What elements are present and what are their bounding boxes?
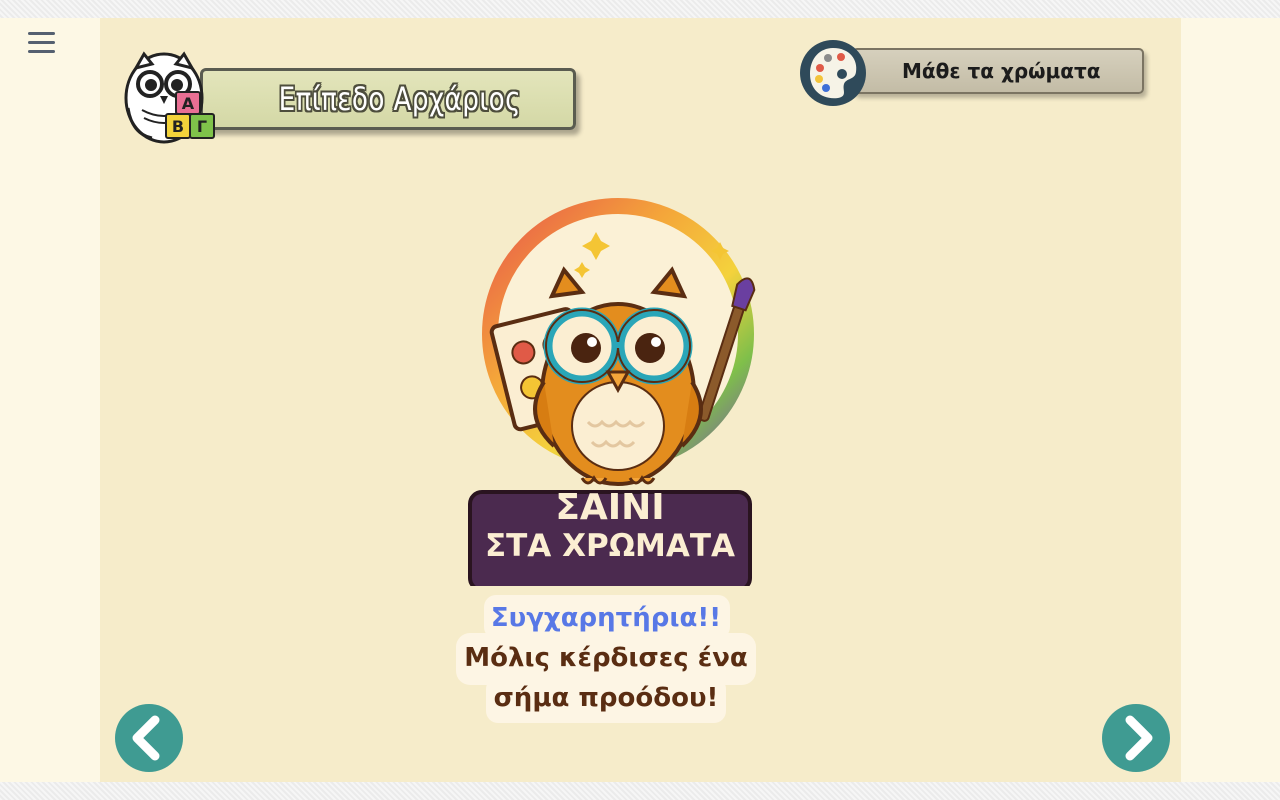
chevron-left-icon <box>132 715 160 761</box>
level-label: Επίπεδο Αρχάριος <box>278 80 522 118</box>
lesson-stage: Επίπεδο Αρχάριος Α Β Γ Μάθε τα χρώματα Σ… <box>100 18 1181 782</box>
learn-colors-button[interactable]: Μάθε τα χρώματα <box>852 48 1144 94</box>
chevron-right-icon <box>1125 715 1153 761</box>
owl-abc-blocks-icon: Α Β Γ <box>124 51 215 144</box>
badge-title: ΣΑΙΝΙ ΣΤΑ ΧΡΩΜΑΤΑ <box>470 487 750 565</box>
badge-title-line2: ΣΤΑ ΧΡΩΜΑΤΑ <box>484 528 736 564</box>
palette-icon <box>800 40 866 106</box>
congrats-message: Συγχαρητήρια!! Μόλις κέρδισες ένα σήμα π… <box>456 595 756 725</box>
hamburger-menu-icon[interactable] <box>22 26 62 58</box>
previous-button[interactable] <box>115 704 183 772</box>
svg-text:Γ: Γ <box>197 117 207 136</box>
congrats-line2: Μόλις κέρδισες ένα <box>464 643 748 673</box>
learn-colors-label: Μάθε τα χρώματα <box>902 59 1101 83</box>
level-banner: Επίπεδο Αρχάριος <box>200 68 576 130</box>
svg-text:Β: Β <box>172 117 184 136</box>
congrats-title: Συγχαρητήρια!! <box>490 603 722 633</box>
app-window: Επίπεδο Αρχάριος Α Β Γ Μάθε τα χρώματα Σ… <box>0 18 1280 782</box>
congrats-line3: σήμα προόδου! <box>493 683 719 713</box>
svg-text:Α: Α <box>182 94 195 113</box>
badge-title-line1: ΣΑΙΝΙ <box>555 487 665 528</box>
next-button[interactable] <box>1102 704 1170 772</box>
